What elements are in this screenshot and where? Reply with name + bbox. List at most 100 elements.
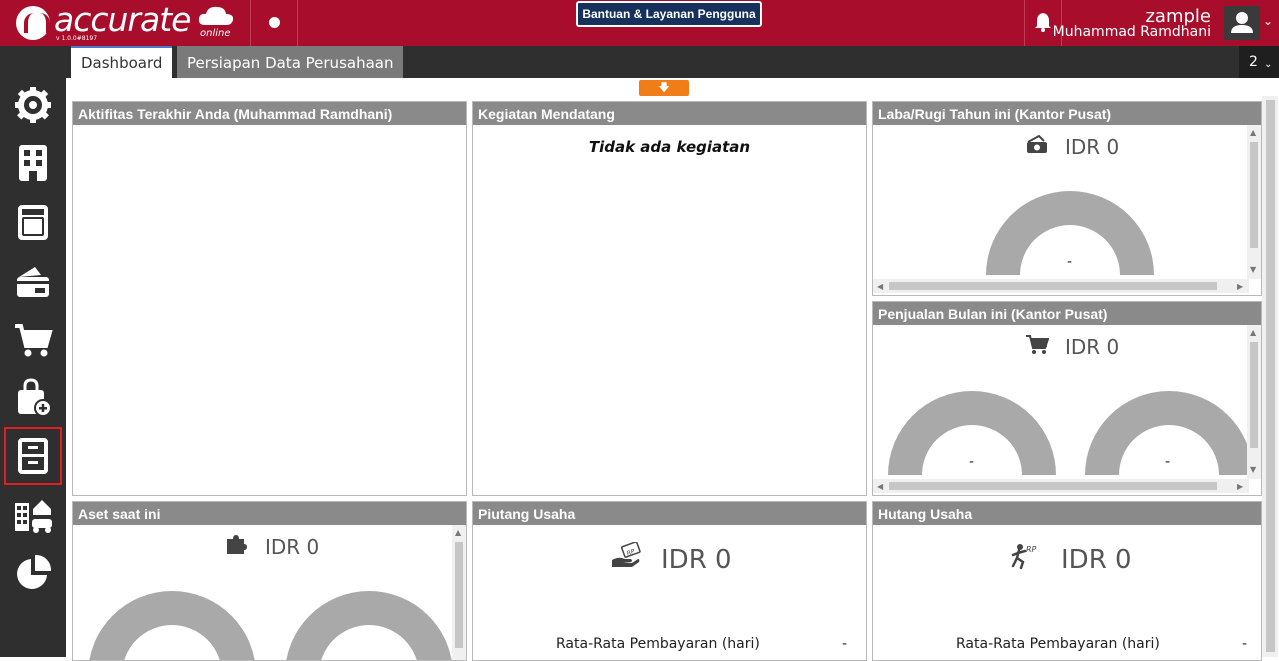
arrow-down-icon: 🡇 [658, 81, 670, 94]
profit-gauge-value: - [1067, 254, 1073, 270]
scroll-right-icon[interactable]: ▶ [1237, 282, 1243, 291]
panel-title: Piutang Usaha [473, 502, 866, 525]
sales-vscroll[interactable]: ▲ ▼ [1247, 325, 1261, 479]
ledger-icon [18, 205, 48, 240]
shopping-bag-add-icon [18, 378, 52, 417]
sidebar-item-company[interactable] [4, 134, 62, 192]
chevron-down-icon[interactable]: ⌄ [1263, 14, 1273, 28]
receivable-panel: Piutang Usaha RP IDR 0 Rata-Rata Pembaya… [472, 501, 867, 661]
chevron-down-icon: ⌄ [1264, 59, 1273, 70]
scroll-right-icon[interactable]: ▶ [1237, 482, 1243, 491]
avg-payment-label: Rata-Rata Pembayaran (hari) [556, 636, 760, 652]
scroll-thumb[interactable] [1250, 142, 1258, 248]
panel-title: Kegiatan Mendatang [473, 102, 866, 125]
bell-icon[interactable] [1034, 12, 1052, 32]
activity-panel: Aktifitas Terakhir Anda (Muhammad Ramdha… [72, 101, 467, 496]
user-name[interactable]: Muhammad Ramdhani [1053, 24, 1211, 40]
logo-badge-icon [16, 6, 50, 40]
sidebar-item-reports[interactable] [4, 544, 62, 602]
tab-dashboard[interactable]: Dashboard [71, 46, 173, 78]
user-icon [1231, 12, 1253, 33]
scroll-thumb[interactable] [455, 542, 463, 648]
sales-gauge-2-value: - [1165, 454, 1171, 470]
sidebar-item-sales[interactable] [4, 311, 62, 369]
scroll-down-icon[interactable]: ▼ [1250, 465, 1256, 474]
sidebar-item-cash-bank[interactable] [4, 252, 62, 310]
sidebar [0, 46, 66, 657]
scroll-up-icon[interactable]: ▲ [455, 528, 461, 537]
avg-payment-value: - [1242, 636, 1248, 652]
sidebar-item-inventory[interactable] [4, 427, 62, 485]
building-icon [19, 145, 47, 181]
scroll-down-icon[interactable]: ▼ [1250, 265, 1256, 274]
cart-icon [15, 324, 53, 357]
money-icon [1027, 134, 1047, 153]
sidebar-item-assets[interactable] [4, 486, 62, 544]
gear-icon [15, 87, 51, 123]
panel-title: Aset saat ini [73, 502, 466, 525]
panel-title: Hutang Usaha [873, 502, 1261, 525]
sidebar-item-ledger[interactable] [4, 193, 62, 251]
accurate-logo[interactable]: accurate online v 1.0.0#8197 [14, 0, 239, 45]
logo-sub: online [200, 28, 231, 39]
puzzle-icon [227, 535, 247, 554]
panel-title: Laba/Rugi Tahun ini (Kantor Pusat) [873, 102, 1261, 125]
tab-persiapan-data[interactable]: Persiapan Data Perusahaan [177, 46, 404, 78]
wallet-icon [17, 267, 49, 297]
sidebar-item-purchase[interactable] [4, 369, 62, 427]
pie-chart-icon [17, 554, 52, 589]
top-divider [297, 0, 298, 46]
payable-panel: Hutang Usaha RP IDR 0 Rata-Rata Pembayar… [872, 501, 1262, 661]
cloud-icon [198, 6, 234, 25]
scroll-left-icon[interactable]: ◀ [877, 482, 883, 491]
version-label: v 1.0.0#8197 [56, 35, 98, 42]
assets-gauge-1 [89, 591, 255, 660]
panel-title: Aktifitas Terakhir Anda (Muhammad Ramdha… [73, 102, 466, 125]
avatar[interactable] [1224, 6, 1260, 40]
sales-panel: Penjualan Bulan ini (Kantor Pusat) IDR 0… [872, 301, 1262, 496]
payable-value: IDR 0 [1061, 545, 1132, 575]
events-panel: Kegiatan Mendatang Tidak ada kegiatan [472, 101, 867, 496]
scroll-thumb[interactable] [1250, 342, 1258, 448]
status-dot-icon[interactable] [269, 17, 280, 28]
scroll-left-icon[interactable]: ◀ [877, 282, 883, 291]
top-divider [250, 0, 251, 46]
avg-payment-label: Rata-Rata Pembayaran (hari) [956, 636, 1160, 652]
cabinet-icon [18, 438, 48, 474]
tab-bar: Dashboard Persiapan Data Perusahaan 2 ⌄ [66, 46, 1279, 78]
profit-hscroll[interactable]: ◀ ▶ [873, 279, 1249, 293]
avg-payment-value: - [842, 636, 848, 652]
cart-icon [1026, 335, 1049, 354]
sales-value: IDR 0 [1065, 335, 1120, 359]
profit-vscroll[interactable]: ▲ ▼ [1247, 125, 1261, 279]
profit-value: IDR 0 [1065, 135, 1120, 159]
tab-count: 2 [1249, 54, 1258, 70]
assets-value: IDR 0 [265, 535, 320, 559]
svg-text:RP: RP [1026, 545, 1037, 554]
payable-running-icon: RP [1011, 544, 1037, 570]
receivable-value: IDR 0 [661, 545, 732, 575]
tab-count-dropdown[interactable]: 2 ⌄ [1239, 46, 1279, 78]
scroll-thumb[interactable] [1266, 100, 1275, 652]
assets-vscroll[interactable]: ▲ [452, 525, 466, 660]
top-bar: accurate online v 1.0.0#8197 Bantuan & L… [0, 0, 1279, 46]
assets-gauge-2 [286, 591, 452, 660]
sales-hscroll[interactable]: ◀ ▶ [873, 479, 1249, 493]
scroll-thumb[interactable] [889, 282, 1217, 290]
company-assets-icon [15, 500, 52, 533]
top-divider [1024, 0, 1025, 46]
logo-text: accurate [54, 0, 191, 39]
scroll-up-icon[interactable]: ▲ [1250, 328, 1256, 337]
sales-gauge-1-value: - [969, 454, 975, 470]
panel-title: Penjualan Bulan ini (Kantor Pusat) [873, 302, 1261, 325]
scroll-thumb[interactable] [889, 482, 1217, 490]
help-button[interactable]: Bantuan & Layanan Pengguna [576, 1, 762, 27]
page-scrollbar[interactable] [1262, 96, 1278, 657]
collapse-toggle-button[interactable]: 🡇 [639, 80, 689, 96]
assets-panel: Aset saat ini IDR 0 ▲ [72, 501, 467, 661]
sidebar-item-settings[interactable] [4, 76, 62, 134]
scroll-up-icon[interactable]: ▲ [1250, 128, 1256, 137]
receivable-hand-icon: RP [612, 542, 641, 567]
profit-panel: Laba/Rugi Tahun ini (Kantor Pusat) IDR 0… [872, 101, 1262, 296]
empty-message: Tidak ada kegiatan [588, 138, 751, 156]
